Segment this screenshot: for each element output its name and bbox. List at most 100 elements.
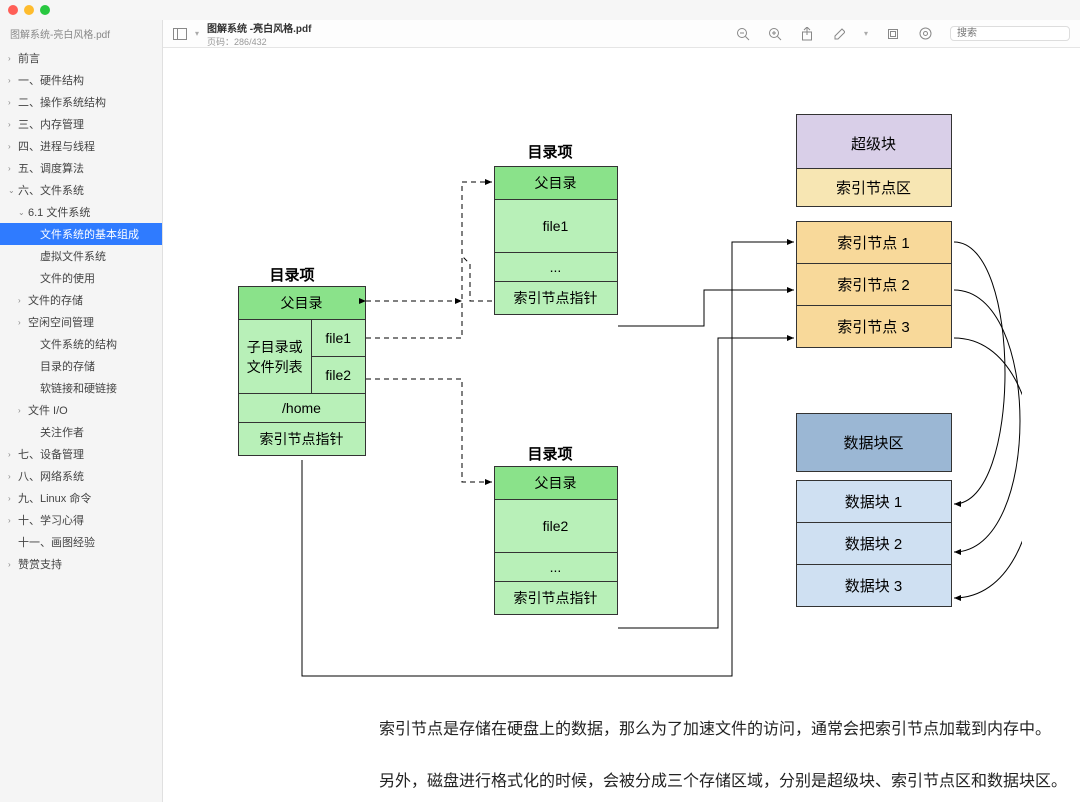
dir-cell: 父目录 bbox=[495, 467, 617, 500]
sidebar-item-label: 6.1 文件系统 bbox=[28, 204, 90, 220]
chevron-right-icon: › bbox=[8, 560, 16, 569]
sidebar-item[interactable]: ›三、内存管理 bbox=[0, 113, 162, 135]
sidebar-item[interactable]: ⌄六、文件系统 bbox=[0, 179, 162, 201]
sidebar-item[interactable]: ›赞赏支持 bbox=[0, 553, 162, 575]
data-area-header: 数据块区 bbox=[796, 413, 952, 472]
sidebar-item-label: 赞赏支持 bbox=[18, 556, 62, 572]
dir-cell: file1 bbox=[495, 200, 617, 253]
sidebar-item-label: 四、进程与线程 bbox=[18, 138, 95, 154]
sidebar-item-label: 前言 bbox=[18, 50, 40, 66]
sidebar-item[interactable]: ›前言 bbox=[0, 47, 162, 69]
sidebar-item[interactable]: ›二、操作系统结构 bbox=[0, 91, 162, 113]
sidebar-item-label: 一、硬件结构 bbox=[18, 72, 84, 88]
chevron-down-icon[interactable]: ▾ bbox=[864, 29, 868, 38]
chevron-down-icon[interactable]: ▾ bbox=[195, 29, 199, 38]
zoom-out-icon[interactable] bbox=[736, 27, 750, 41]
sidebar-item-label: 七、设备管理 bbox=[18, 446, 84, 462]
sidebar-item-label: 九、Linux 命令 bbox=[18, 490, 91, 506]
dir-cell: 父目录 bbox=[239, 287, 365, 320]
dir-cell: 子目录或文件列表 bbox=[239, 320, 312, 393]
sidebar-item[interactable]: 虚拟文件系统 bbox=[0, 245, 162, 267]
sidebar-toggle-icon[interactable] bbox=[173, 27, 187, 41]
superblock: 超级块 bbox=[796, 114, 952, 173]
chevron-right-icon: › bbox=[18, 406, 26, 415]
dir-cell: ... bbox=[495, 253, 617, 282]
chevron-right-icon: › bbox=[8, 450, 16, 459]
sidebar-item-label: 文件系统的基本组成 bbox=[40, 226, 139, 242]
sidebar-item[interactable]: 软链接和硬链接 bbox=[0, 377, 162, 399]
dir-entry-midtop: 父目录 file1 ... 索引节点指针 bbox=[494, 166, 618, 315]
page-indicator: 页码：286/432 bbox=[207, 35, 311, 48]
sidebar-item-label: 空闲空间管理 bbox=[28, 314, 94, 330]
data-block-list: 数据块 1 数据块 2 数据块 3 bbox=[796, 480, 952, 607]
minimize-icon[interactable] bbox=[24, 5, 34, 15]
dir-entry-left: 父目录 子目录或文件列表 file1 file2 /home 索引节点指针 bbox=[238, 286, 366, 456]
sidebar-item[interactable]: 关注作者 bbox=[0, 421, 162, 443]
chevron-right-icon: › bbox=[8, 54, 16, 63]
sidebar-item[interactable]: ›四、进程与线程 bbox=[0, 135, 162, 157]
dir-cell: 父目录 bbox=[495, 167, 617, 200]
dir-cell: /home bbox=[239, 393, 365, 423]
window-titlebar bbox=[0, 0, 1080, 20]
data-cell: 数据块 2 bbox=[797, 523, 951, 565]
sidebar-item[interactable]: 文件系统的结构 bbox=[0, 333, 162, 355]
sidebar-item-label: 虚拟文件系统 bbox=[40, 248, 106, 264]
page-content: 目录项 父目录 子目录或文件列表 file1 file2 /home 索引节点指… bbox=[163, 48, 1080, 802]
sidebar-item[interactable]: 目录的存储 bbox=[0, 355, 162, 377]
sidebar-item[interactable]: ›五、调度算法 bbox=[0, 157, 162, 179]
chevron-right-icon: › bbox=[18, 318, 26, 327]
sidebar-doc-title: 图解系统-亮白风格.pdf bbox=[0, 20, 162, 47]
sidebar-item[interactable]: ›九、Linux 命令 bbox=[0, 487, 162, 509]
inode-cell: 索引节点 1 bbox=[797, 222, 951, 264]
chevron-right-icon: › bbox=[8, 76, 16, 85]
sidebar-item[interactable]: ›七、设备管理 bbox=[0, 443, 162, 465]
dir-entry-midbot: 父目录 file2 ... 索引节点指针 bbox=[494, 466, 618, 615]
sidebar-item[interactable]: ⌄6.1 文件系统 bbox=[0, 201, 162, 223]
edit-icon[interactable] bbox=[832, 27, 846, 41]
share-icon[interactable] bbox=[800, 27, 814, 41]
dir-cell: file2 bbox=[312, 357, 365, 393]
inode-area-header: 索引节点区 bbox=[796, 168, 952, 207]
dir-cell: ... bbox=[495, 553, 617, 582]
sidebar-item[interactable]: ›一、硬件结构 bbox=[0, 69, 162, 91]
sidebar-item[interactable]: 十一、画图经验 bbox=[0, 531, 162, 553]
chevron-down-icon: ⌄ bbox=[8, 186, 16, 195]
zoom-in-icon[interactable] bbox=[768, 27, 782, 41]
dir-cell: file2 bbox=[495, 500, 617, 553]
sidebar-item[interactable]: 文件系统的基本组成 bbox=[0, 223, 162, 245]
dir-entry-left-title: 目录项 bbox=[270, 264, 315, 285]
sidebar: 图解系统-亮白风格.pdf ›前言›一、硬件结构›二、操作系统结构›三、内存管理… bbox=[0, 20, 163, 802]
sidebar-item[interactable]: ›空闲空间管理 bbox=[0, 311, 162, 333]
sidebar-item-label: 关注作者 bbox=[40, 424, 84, 440]
chevron-right-icon: › bbox=[8, 98, 16, 107]
sidebar-item-label: 文件的使用 bbox=[40, 270, 95, 286]
info-icon[interactable] bbox=[918, 27, 932, 41]
sidebar-item[interactable]: ›八、网络系统 bbox=[0, 465, 162, 487]
sidebar-item[interactable]: 文件的使用 bbox=[0, 267, 162, 289]
sidebar-item-label: 文件的存储 bbox=[28, 292, 83, 308]
filesystem-diagram: 目录项 父目录 子目录或文件列表 file1 file2 /home 索引节点指… bbox=[222, 128, 1022, 728]
sidebar-item-label: 文件系统的结构 bbox=[40, 336, 117, 352]
sidebar-item[interactable]: ›文件 I/O bbox=[0, 399, 162, 421]
sidebar-item-label: 五、调度算法 bbox=[18, 160, 84, 176]
sidebar-item-label: 目录的存储 bbox=[40, 358, 95, 374]
crop-icon[interactable] bbox=[886, 27, 900, 41]
sidebar-item-label: 八、网络系统 bbox=[18, 468, 84, 484]
sidebar-item-label: 文件 I/O bbox=[28, 402, 68, 418]
chevron-right-icon: › bbox=[8, 142, 16, 151]
dir-cell: 索引节点指针 bbox=[495, 582, 617, 614]
sidebar-item-label: 十一、画图经验 bbox=[18, 534, 95, 550]
dir-cell: file1 bbox=[312, 320, 365, 357]
sidebar-item-label: 二、操作系统结构 bbox=[18, 94, 106, 110]
paragraph-1: 索引节点是存储在硬盘上的数据，那么为了加速文件的访问，通常会把索引节点加载到内存… bbox=[379, 716, 1080, 745]
chevron-right-icon: › bbox=[18, 296, 26, 305]
chevron-right-icon: › bbox=[8, 120, 16, 129]
data-cell: 数据块 1 bbox=[797, 481, 951, 523]
sidebar-item[interactable]: ›十、学习心得 bbox=[0, 509, 162, 531]
fullscreen-icon[interactable] bbox=[40, 5, 50, 15]
dir-entry-midtop-title: 目录项 bbox=[528, 141, 573, 162]
search-input[interactable] bbox=[950, 26, 1070, 41]
sidebar-item[interactable]: ›文件的存储 bbox=[0, 289, 162, 311]
chevron-right-icon: › bbox=[8, 494, 16, 503]
close-icon[interactable] bbox=[8, 5, 18, 15]
